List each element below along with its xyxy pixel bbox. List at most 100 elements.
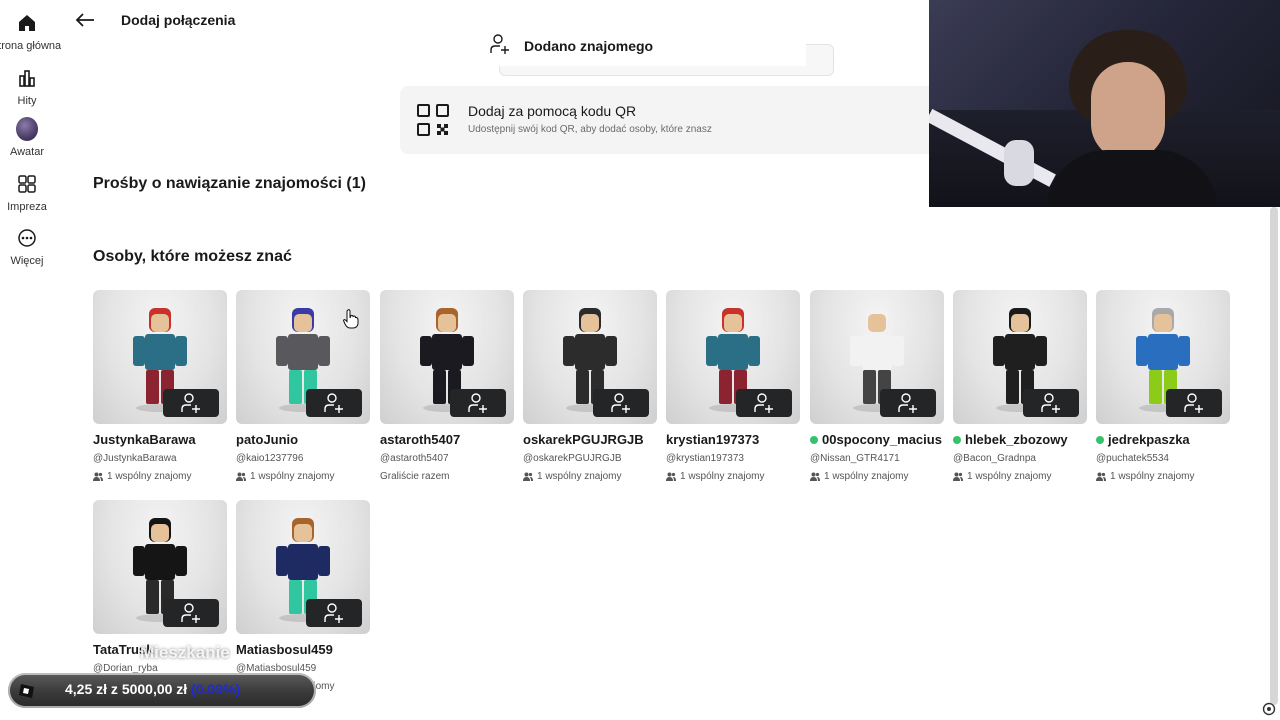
display-name-text: patoJunio: [236, 432, 299, 447]
add-friend-button[interactable]: [306, 389, 362, 417]
avatar-thumbnail[interactable]: [93, 290, 227, 424]
display-name-text: hlebek_zbozowy: [965, 432, 1068, 447]
party-icon: [16, 173, 38, 195]
add-friend-button[interactable]: [1166, 389, 1222, 417]
donation-progress-bar: 4,25 zł z 5000,00 zł (0.09%): [8, 673, 316, 708]
display-name[interactable]: 00spocony_macius: [810, 432, 944, 447]
suggestion-card[interactable]: TataTrusk@Dorian_ryba1 wspólny znajomy: [93, 500, 227, 692]
add-friend-button[interactable]: [163, 389, 219, 417]
avatar-thumbnail[interactable]: [810, 290, 944, 424]
connection-info: Graliście razem: [380, 471, 514, 482]
display-name[interactable]: hlebek_zbozowy: [953, 432, 1087, 447]
display-name-text: oskarekPGUJRGJB: [523, 432, 644, 447]
display-name[interactable]: patoJunio: [236, 432, 370, 447]
display-name[interactable]: jedrekpaszka: [1096, 432, 1230, 447]
suggestion-card[interactable]: krystian197373 @krystian197373 1 wspólny z…: [666, 290, 800, 482]
person-add-icon: [181, 603, 200, 623]
friend-requests-heading[interactable]: Prośby o nawiązanie znajomości (1): [93, 175, 366, 193]
suggestion-card[interactable]: jedrekpaszka @puchatek5534 1 wspólny znajo…: [1096, 290, 1230, 482]
mutual-friends-icon: [93, 472, 103, 481]
back-button[interactable]: [74, 10, 98, 30]
suggestion-card[interactable]: JustynkaBarawa @JustynkaBarawa 1 wspólny z…: [93, 290, 227, 482]
page-scrollbar[interactable]: [1270, 207, 1278, 705]
display-name[interactable]: oskarekPGUJRGJB: [523, 432, 657, 447]
online-status-dot: [953, 435, 961, 444]
toast-text: Dodano znajomego: [524, 38, 654, 54]
sidebar-item-charts[interactable]: Hity: [0, 67, 54, 107]
connection-info-text: 1 wspólny znajomy: [250, 471, 335, 482]
person-add-icon: [181, 393, 200, 413]
avatar-thumbnail[interactable]: [666, 290, 800, 424]
username-handle: @oskarekPGUJRGJB: [523, 453, 622, 464]
suggestion-card[interactable]: oskarekPGUJRGJB @oskarekPGUJRGJB 1 wspólny…: [523, 290, 657, 482]
connection-info-text: 1 wspólny znajomy: [1110, 471, 1195, 482]
username-handle: @Nissan_GTR4171: [810, 453, 900, 464]
add-friend-button[interactable]: [1023, 389, 1079, 417]
mutual-friends-icon: [953, 472, 963, 481]
display-name[interactable]: JustynkaBarawa: [93, 432, 227, 447]
page-title: Dodaj połączenia: [121, 12, 236, 28]
person-add-icon: [490, 33, 510, 60]
add-friend-button[interactable]: [163, 599, 219, 627]
suggestion-card[interactable]: hlebek_zbozowy @Bacon_Gradnpa 1 wspólny zn…: [953, 290, 1087, 482]
suggestion-card[interactable]: 00spocony_macius @Nissan_GTR4171 1 wspólny…: [810, 290, 944, 482]
connection-info: 1 wspólny znajomy: [953, 471, 1087, 482]
online-status-dot: [810, 435, 818, 444]
more-icon: [16, 227, 38, 249]
sidebar-item-home[interactable]: Strona główna: [0, 12, 61, 52]
donation-amount-text: 4,25 zł z 5000,00 zł (0.09%): [65, 681, 241, 697]
mutual-friends-icon: [810, 472, 820, 481]
display-name[interactable]: krystian197373: [666, 432, 800, 447]
sidebar-item-avatar[interactable]: Awatar: [0, 117, 54, 158]
add-friend-button[interactable]: [593, 389, 649, 417]
avatar-thumbnail[interactable]: [236, 500, 370, 634]
sidebar-item-party[interactable]: Impreza: [0, 173, 54, 213]
display-name-text: 00spocony_macius: [822, 432, 942, 447]
scroll-corner-icon: [1262, 702, 1276, 716]
avatar-thumbnail[interactable]: [93, 500, 227, 634]
friend-added-toast: Dodano znajomego: [482, 26, 806, 66]
display-name[interactable]: Matiasbosul459: [236, 642, 370, 657]
avatar-thumbnail[interactable]: [523, 290, 657, 424]
connection-info: 1 wspólny znajomy: [236, 471, 370, 482]
person-add-icon: [324, 603, 343, 623]
left-sidebar: Strona główna Hity Awatar Impreza Więcej: [0, 0, 61, 720]
person-add-icon: [754, 393, 773, 413]
hand-cursor-icon: [342, 309, 359, 334]
person-add-icon: [898, 393, 917, 413]
suggestion-card[interactable]: astaroth5407 @astaroth5407 Graliście razem: [380, 290, 514, 482]
suggestion-card[interactable]: Matiasbosul459@Matiasbosul4591 wspólny z…: [236, 500, 370, 692]
connection-info: 1 wspólny znajomy: [1096, 471, 1230, 482]
online-status-dot: [1096, 435, 1104, 444]
sidebar-item-more[interactable]: Więcej: [0, 227, 54, 267]
connection-info-text: 1 wspólny znajomy: [680, 471, 765, 482]
add-friend-button[interactable]: [306, 599, 362, 627]
display-name[interactable]: astaroth5407: [380, 432, 514, 447]
sidebar-item-label: Impreza: [7, 201, 47, 213]
suggestions-heading: Osoby, które możesz znać: [93, 248, 292, 265]
back-arrow-icon: [75, 13, 94, 27]
add-friend-button[interactable]: [450, 389, 506, 417]
avatar-thumbnail[interactable]: [380, 290, 514, 424]
connection-info-text: Graliście razem: [380, 471, 450, 482]
mutual-friends-icon: [236, 472, 246, 481]
webcam-overlay: [929, 0, 1280, 207]
avatar-thumbnail[interactable]: [953, 290, 1087, 424]
sidebar-item-label: Hity: [17, 95, 37, 107]
connection-info-text: 1 wspólny znajomy: [107, 471, 192, 482]
connection-info: 1 wspólny znajomy: [810, 471, 944, 482]
avatar-thumbnail[interactable]: [1096, 290, 1230, 424]
mutual-friends-icon: [1096, 472, 1106, 481]
add-friend-button[interactable]: [736, 389, 792, 417]
person-add-icon: [611, 393, 630, 413]
username-handle: @Bacon_Gradnpa: [953, 453, 1036, 464]
qr-code-option[interactable]: Dodaj za pomocą kodu QR Udostępnij swój …: [400, 86, 940, 154]
sidebar-item-label: Strona główna: [0, 40, 62, 52]
donation-goal-label: Mieszkanie: [140, 643, 230, 662]
connection-info-text: 1 wspólny znajomy: [537, 471, 622, 482]
qr-option-subtitle: Udostępnij swój kod QR, aby dodać osoby,…: [468, 124, 712, 135]
connection-info: 1 wspólny znajomy: [523, 471, 657, 482]
add-friend-button[interactable]: [880, 389, 936, 417]
display-name-text: jedrekpaszka: [1108, 432, 1190, 447]
username-handle: @kaio1237796: [236, 453, 304, 464]
